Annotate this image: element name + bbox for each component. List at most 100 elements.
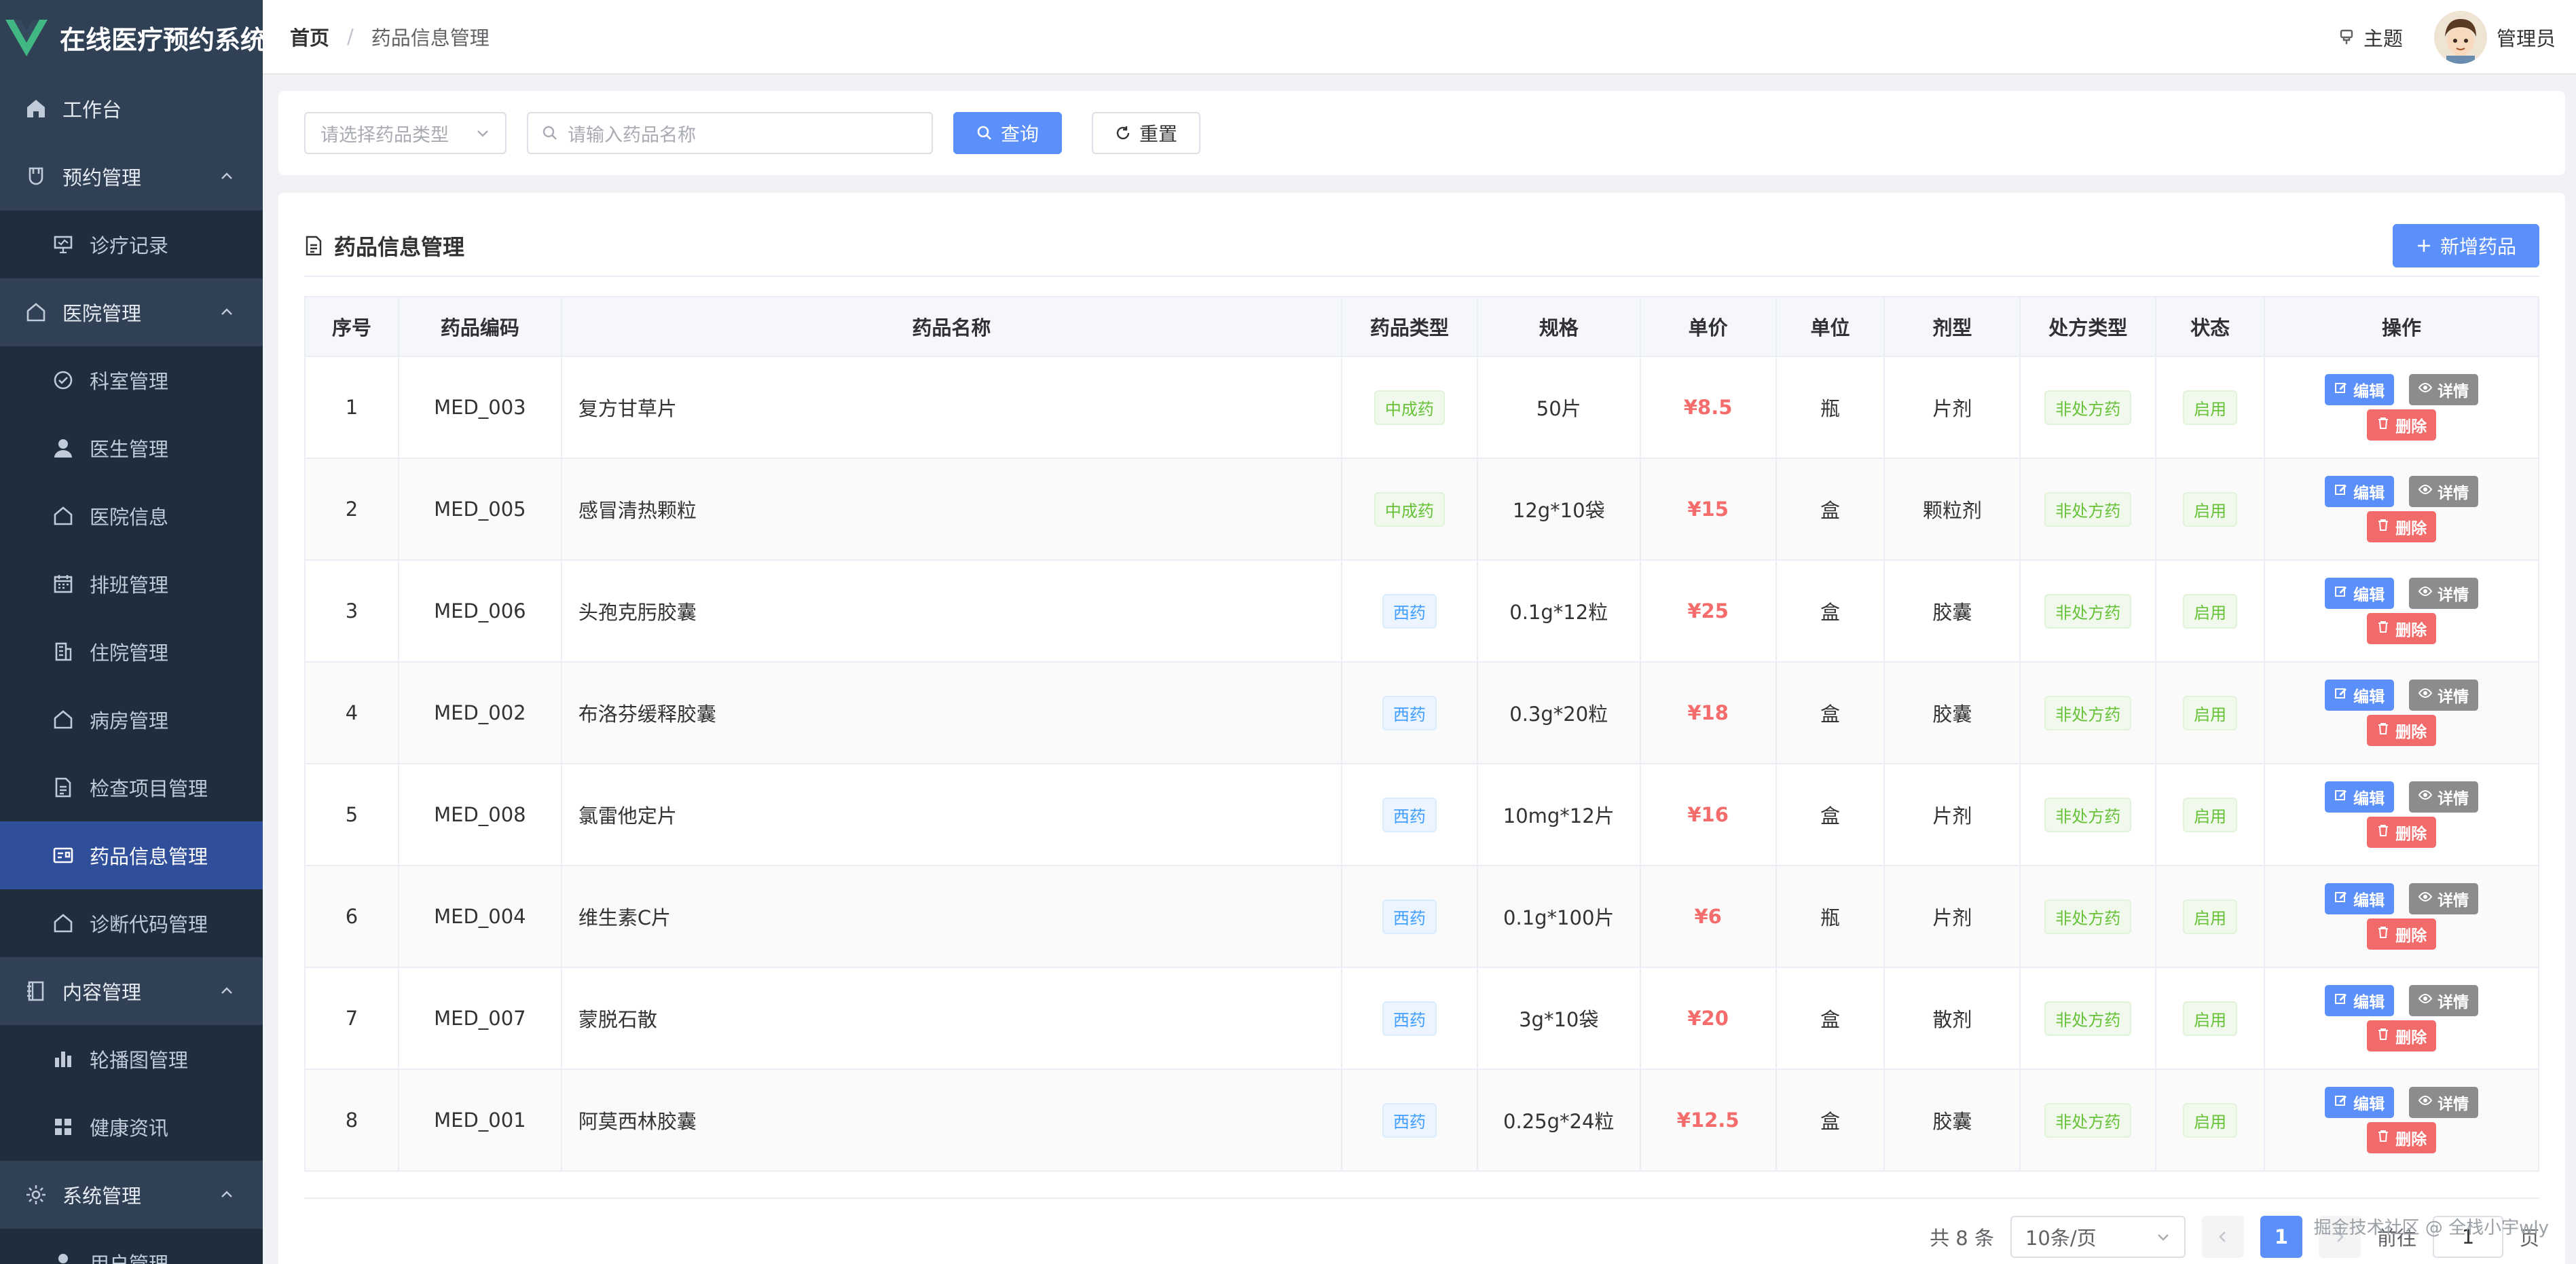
trash-icon [2376,823,2390,841]
sidebar-item[interactable]: 系统管理 [0,1161,263,1229]
prescription-type-cell: 非处方药 [2019,763,2157,866]
edit-button[interactable]: 编辑 [2325,476,2395,507]
drug-type-tag: 西药 [1382,899,1437,934]
status-cell: 启用 [2155,865,2266,968]
avatar[interactable] [2433,11,2487,64]
drug-spec: 10mg*12片 [1476,763,1641,866]
drug-code: MED_001 [397,1068,562,1172]
detail-button[interactable]: 详情 [2409,578,2479,609]
delete-button[interactable]: 删除 [2367,918,2437,950]
drug-code: MED_006 [397,559,562,663]
sidebar-item[interactable]: 诊断代码管理 [0,889,263,957]
sidebar-item[interactable]: 排班管理 [0,550,263,618]
house-icon [52,504,75,527]
sidebar-item[interactable]: 医生管理 [0,414,263,482]
status-tag: 启用 [2183,695,2238,730]
sidebar-item[interactable]: 病房管理 [0,686,263,754]
prescription-type-cell: 非处方药 [2019,559,2157,663]
row-actions: 编辑 详情 删除 [2265,374,2538,441]
theme-button[interactable]: 主题 [2338,23,2403,52]
edit-button[interactable]: 编辑 [2325,985,2395,1016]
edit-icon [2334,890,2348,908]
edit-button-label: 编辑 [2353,892,2385,910]
delete-button[interactable]: 删除 [2367,1020,2437,1052]
add-drug-label: 新增药品 [2440,236,2516,258]
detail-button[interactable]: 详情 [2409,476,2479,507]
edit-button-label: 编辑 [2353,1096,2385,1113]
logo[interactable]: 在线医疗预约系统 [0,0,263,75]
sidebar-item[interactable]: 诊疗记录 [0,210,263,278]
actions-cell: 编辑 详情删除 [2264,967,2539,1070]
sidebar-item[interactable]: 工作台 [0,75,263,143]
delete-button-label: 删除 [2395,520,2427,538]
edit-button[interactable]: 编辑 [2325,374,2395,405]
page-size-select[interactable]: 10条/页 [2010,1216,2186,1258]
sidebar-item[interactable]: 内容管理 [0,957,263,1025]
drug-type-cell: 西药 [1340,661,1478,764]
edit-button[interactable]: 编辑 [2325,680,2395,711]
sidebar-item[interactable]: 预约管理 [0,143,263,210]
sidebar-item-label: 内容管理 [62,981,142,1004]
sidebar-item[interactable]: 用户管理 [0,1229,263,1264]
sidebar-item[interactable]: 医院管理 [0,278,263,346]
column-header: 剂型 [1883,296,2021,357]
actions-cell: 编辑 详情 删除 [2264,356,2539,459]
delete-button[interactable]: 删除 [2367,817,2437,848]
sidebar-item-label: 医生管理 [90,438,169,461]
dosage-form: 胶囊 [1883,661,2021,764]
sidebar-item-label: 系统管理 [62,1185,142,1208]
detail-button[interactable]: 详情 [2409,883,2479,914]
drug-name-input[interactable]: 请输入药品名称 [527,112,933,154]
detail-button[interactable]: 详情 [2409,680,2479,711]
sidebar-item-label: 诊断代码管理 [90,913,208,936]
edit-button[interactable]: 编辑 [2325,781,2395,813]
sidebar-item[interactable]: 药品信息管理 [0,821,263,889]
edit-button[interactable]: 编辑 [2325,1087,2395,1118]
drug-spec: 0.1g*12粒 [1476,559,1641,663]
status-cell: 启用 [2155,1068,2266,1172]
detail-button[interactable]: 详情 [2409,985,2479,1016]
add-drug-button[interactable]: 新增药品 [2393,224,2539,267]
dosage-form: 片剂 [1883,865,2021,968]
prev-page-button[interactable] [2201,1216,2244,1258]
actions-cell: 编辑 详情删除 [2264,559,2539,663]
detail-button[interactable]: 详情 [2409,1087,2479,1118]
row-actions: 编辑 详情删除 [2265,578,2538,644]
row-actions: 编辑 详情删除 [2265,883,2538,950]
edit-button-label: 编辑 [2353,790,2385,808]
drug-price: ¥6 [1639,865,1777,968]
sidebar-item[interactable]: 住院管理 [0,618,263,686]
delete-button[interactable]: 删除 [2367,409,2437,441]
detail-button[interactable]: 详情 [2409,781,2479,813]
delete-button[interactable]: 删除 [2367,715,2437,746]
prescription-type-tag: 非处方药 [2044,593,2132,629]
breadcrumb-home[interactable]: 首页 [290,22,329,51]
sidebar-item[interactable]: 科室管理 [0,346,263,414]
sidebar-item-label: 工作台 [62,98,122,122]
user-menu[interactable]: 管理员 [2433,11,2556,64]
reset-button[interactable]: 重置 [1092,112,1200,154]
query-button[interactable]: 查询 [953,112,1062,154]
user-icon [52,1251,75,1264]
page-number[interactable]: 1 [2260,1216,2302,1258]
edit-button[interactable]: 编辑 [2325,578,2395,609]
sidebar-item[interactable]: 医院信息 [0,482,263,550]
delete-button[interactable]: 删除 [2367,1122,2437,1153]
delete-button[interactable]: 删除 [2367,511,2437,542]
refresh-icon [1116,126,1130,140]
sidebar-item[interactable]: 轮播图管理 [0,1025,263,1093]
dosage-form: 胶囊 [1883,1068,2021,1172]
edit-button[interactable]: 编辑 [2325,883,2395,914]
delete-button[interactable]: 删除 [2367,613,2437,644]
edit-button-label: 编辑 [2353,994,2385,1011]
status-tag: 启用 [2183,593,2238,629]
status-tag: 启用 [2183,1102,2238,1138]
sidebar-item[interactable]: 检查项目管理 [0,754,263,821]
row-number: 7 [304,967,399,1070]
drug-type-tag: 中成药 [1374,491,1445,527]
drug-type-select[interactable]: 请选择药品类型 [304,112,507,154]
detail-button[interactable]: 详情 [2409,374,2479,405]
sidebar-menu: 工作台预约管理 诊疗记录 医院管理 科室管理医生管理医院信息 排班管理 住院管理 病房管理检… [0,75,263,1264]
detail-button-label: 详情 [2437,383,2469,401]
sidebar-item[interactable]: 健康资讯 [0,1093,263,1161]
